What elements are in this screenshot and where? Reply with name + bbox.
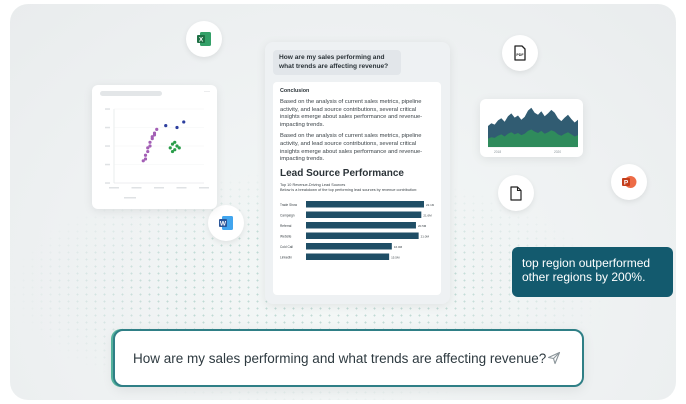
area-chart-card: 2018 2020	[480, 99, 583, 157]
bar-category-label: Referral	[280, 224, 292, 228]
scatter-point	[150, 137, 154, 141]
y-tick-placeholder	[105, 145, 110, 147]
x-tick-placeholder	[109, 187, 119, 189]
scatter-point	[146, 149, 150, 154]
file-icon	[498, 175, 534, 211]
scatter-chart-card: ···	[92, 85, 217, 209]
bar-value-label: 20.5M	[418, 224, 427, 228]
scatter-point	[182, 120, 186, 124]
bar-category-label: Website	[280, 234, 292, 238]
lead-source-bar-chart: Trade Show 22.1M Campaign 21.6M Referral 20.5…	[280, 200, 435, 260]
bar-category-label: LinkedIn	[280, 255, 292, 259]
svg-text:P: P	[624, 180, 629, 187]
scatter-point	[143, 153, 148, 157]
scatter-point	[152, 133, 157, 137]
bar	[306, 242, 392, 250]
bar-category-label: Trade Show	[280, 203, 298, 207]
x-tick-placeholder	[176, 187, 187, 189]
x-tick-placeholder	[131, 187, 142, 189]
bar-category-label: Campaign	[280, 213, 295, 217]
word-icon: W	[208, 205, 244, 241]
scatter-plot	[105, 108, 209, 199]
svg-text:PDF: PDF	[516, 53, 524, 57]
bar	[306, 221, 416, 229]
send-icon[interactable]	[546, 348, 562, 368]
insight-callout: top region outperformed other regions by…	[512, 247, 673, 297]
excel-icon: X	[186, 21, 222, 57]
bar	[306, 253, 390, 260]
bar-value-label: 22.1M	[426, 203, 434, 207]
x-tick-label: 2020	[554, 150, 561, 154]
scatter-point	[143, 157, 148, 161]
section-title: Lead Source Performance	[280, 167, 404, 179]
y-tick-placeholder	[105, 126, 110, 129]
scatter-point	[170, 149, 175, 154]
bar-value-label: 15.5M	[391, 255, 400, 259]
conclusion-paragraph: Based on the analysis of current sales m…	[280, 99, 423, 128]
scatter-point	[164, 124, 168, 128]
powerpoint-icon: P	[611, 164, 647, 200]
chart-subcaption: Below is a breakdown of the top performi…	[280, 187, 418, 192]
y-tick-placeholder	[105, 163, 110, 166]
bar-value-label: 21.0M	[421, 234, 430, 238]
y-tick-placeholder	[105, 108, 110, 110]
conclusion-paragraph: Based on the analysis of current sales m…	[280, 133, 423, 163]
scatter-point	[155, 127, 159, 131]
conclusion-heading: Conclusion	[280, 88, 310, 94]
legend-placeholder	[124, 197, 136, 199]
bar-value-label: 16.0M	[394, 245, 403, 249]
bar	[306, 200, 424, 208]
x-tick-label: 2018	[494, 150, 501, 154]
question-chip: How are my sales performing and what tre…	[273, 50, 401, 75]
scatter-point	[148, 140, 152, 144]
area-chart: 2018 2020	[488, 107, 578, 154]
scatter-point	[148, 144, 152, 148]
svg-text:W: W	[220, 221, 227, 228]
scatter-point	[173, 140, 177, 144]
prompt-text[interactable]: How are my sales performing and what tre…	[133, 351, 546, 366]
bar	[306, 211, 422, 218]
bar-value-label: 21.6M	[423, 213, 432, 217]
y-tick-placeholder	[105, 182, 110, 184]
bar	[306, 232, 419, 239]
x-tick-placeholder	[154, 187, 164, 189]
svg-text:X: X	[199, 37, 204, 44]
scatter-point	[175, 125, 179, 130]
scatter-point	[177, 146, 181, 150]
pdf-icon: PDF	[502, 35, 538, 71]
bar-category-label: Cold Call	[280, 245, 293, 249]
answer-body: Conclusion Based on the analysis of curr…	[273, 82, 441, 295]
scatter-point	[168, 146, 172, 150]
answer-document-card: How are my sales performing and what tre…	[265, 42, 450, 304]
prompt-input[interactable]: How are my sales performing and what tre…	[113, 329, 584, 387]
x-tick-placeholder	[199, 187, 209, 189]
